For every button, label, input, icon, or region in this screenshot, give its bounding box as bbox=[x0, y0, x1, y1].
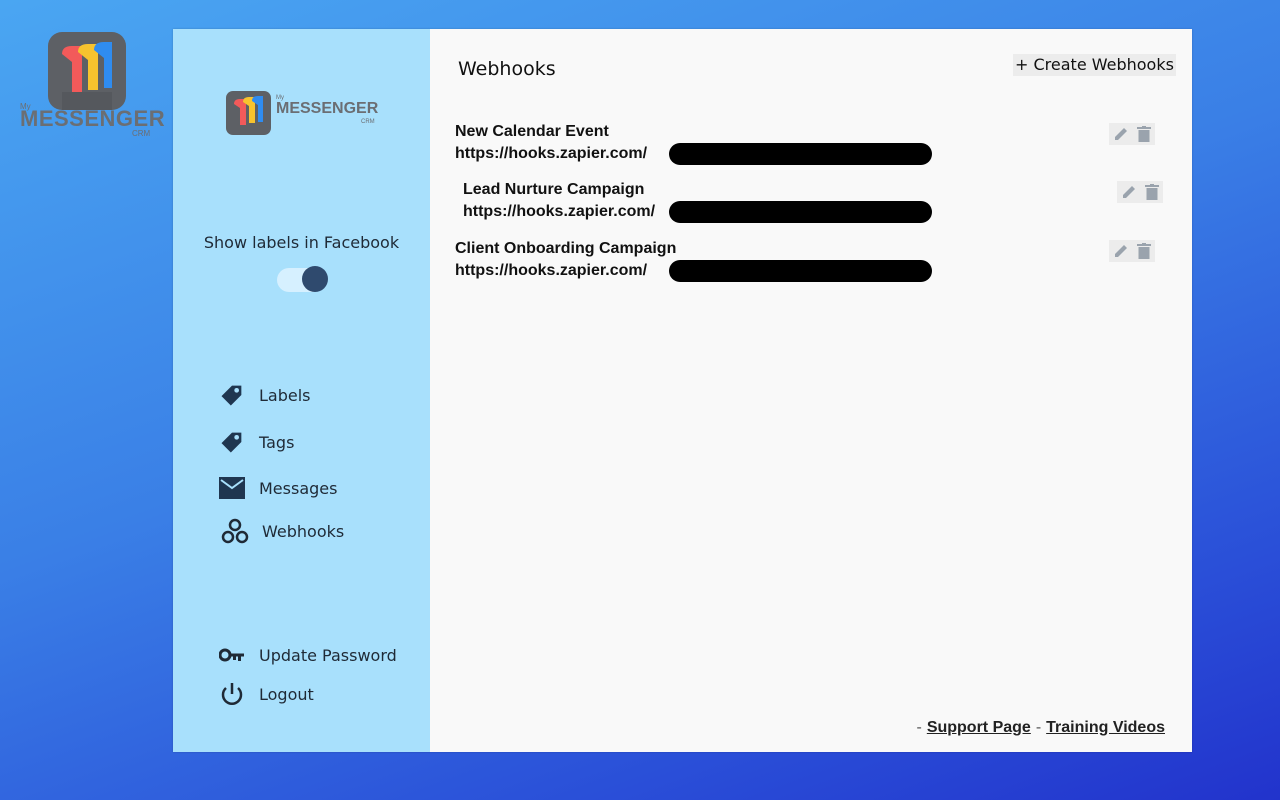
messenger-crm-logo-icon bbox=[48, 32, 126, 110]
webhook-actions bbox=[1117, 181, 1163, 203]
redaction-bar bbox=[669, 201, 932, 223]
sidebar-item-label: Update Password bbox=[259, 645, 397, 665]
webhook-url: https://hooks.zapier.com/ bbox=[463, 201, 943, 223]
webhook-name: Lead Nurture Campaign bbox=[463, 181, 645, 198]
show-labels-toggle[interactable] bbox=[277, 266, 328, 293]
sidebar-item-logout[interactable]: Logout bbox=[217, 679, 314, 709]
sidebar-logo-name: MESSENGER bbox=[276, 100, 379, 117]
webhook-url: https://hooks.zapier.com/ bbox=[455, 260, 935, 282]
webhook-name: New Calendar Event bbox=[455, 123, 609, 140]
sidebar-logo-suffix: CRM bbox=[361, 119, 375, 125]
sidebar-item-webhooks[interactable]: Webhooks bbox=[220, 516, 344, 546]
toggle-label: Show labels in Facebook bbox=[203, 233, 400, 252]
key-icon bbox=[217, 640, 247, 670]
edit-icon[interactable] bbox=[1112, 125, 1130, 143]
messenger-crm-logo-icon bbox=[226, 91, 271, 135]
sidebar-item-label: Logout bbox=[259, 684, 314, 704]
footer-links: - Support Page - Training Videos bbox=[911, 719, 1165, 737]
sidebar-item-label: Messages bbox=[259, 478, 338, 498]
tag-icon bbox=[217, 380, 247, 410]
sidebar-item-label: Tags bbox=[259, 432, 295, 452]
webhook-url: https://hooks.zapier.com/ bbox=[455, 143, 935, 165]
edit-icon[interactable] bbox=[1120, 183, 1138, 201]
webhook-url-text: https://hooks.zapier.com/ bbox=[455, 262, 648, 279]
sidebar-item-messages[interactable]: Messages bbox=[217, 473, 337, 503]
support-page-link[interactable]: Support Page bbox=[927, 719, 1031, 736]
sidebar-item-label: Webhooks bbox=[262, 521, 345, 541]
tag-icon bbox=[217, 427, 247, 457]
sidebar: My MESSENGER CRM Show labels in Facebook… bbox=[173, 29, 430, 752]
redaction-bar bbox=[669, 260, 932, 282]
power-icon bbox=[217, 679, 247, 709]
sidebar-item-labels[interactable]: Labels bbox=[217, 380, 311, 410]
app-window: My MESSENGER CRM Show labels in Facebook… bbox=[173, 29, 1192, 752]
webhook-item: Lead Nurture Campaign https://hooks.zapi… bbox=[463, 179, 943, 223]
sidebar-item-label: Labels bbox=[259, 385, 311, 405]
webhook-url-text: https://hooks.zapier.com/ bbox=[463, 203, 656, 220]
sidebar-logo: My MESSENGER CRM bbox=[226, 91, 386, 137]
training-videos-link[interactable]: Training Videos bbox=[1046, 719, 1165, 736]
page-title: Webhooks bbox=[458, 58, 556, 80]
webhook-actions bbox=[1109, 123, 1155, 145]
sidebar-item-tags[interactable]: Tags bbox=[217, 427, 294, 457]
toggle-knob bbox=[302, 266, 328, 292]
webhook-actions bbox=[1109, 240, 1155, 262]
webhook-item: Client Onboarding Campaign https://hooks… bbox=[455, 238, 935, 282]
footer-separator: - bbox=[916, 719, 922, 736]
brand-logo: My MESSENGER CRM bbox=[20, 32, 165, 142]
create-webhooks-button[interactable]: + Create Webhooks bbox=[1013, 54, 1176, 76]
trash-icon[interactable] bbox=[1135, 125, 1153, 143]
redaction-bar bbox=[669, 143, 932, 165]
brand-suffix: CRM bbox=[132, 129, 151, 138]
footer-separator: - bbox=[1035, 719, 1042, 736]
trash-icon[interactable] bbox=[1135, 242, 1153, 260]
envelope-icon bbox=[217, 473, 247, 503]
webhook-url-text: https://hooks.zapier.com/ bbox=[455, 145, 648, 162]
trash-icon[interactable] bbox=[1143, 183, 1161, 201]
webhook-icon bbox=[220, 516, 250, 546]
webhook-item: New Calendar Event https://hooks.zapier.… bbox=[455, 121, 935, 165]
edit-icon[interactable] bbox=[1112, 242, 1130, 260]
webhook-name: Client Onboarding Campaign bbox=[455, 240, 677, 257]
sidebar-item-update-password[interactable]: Update Password bbox=[217, 640, 397, 670]
